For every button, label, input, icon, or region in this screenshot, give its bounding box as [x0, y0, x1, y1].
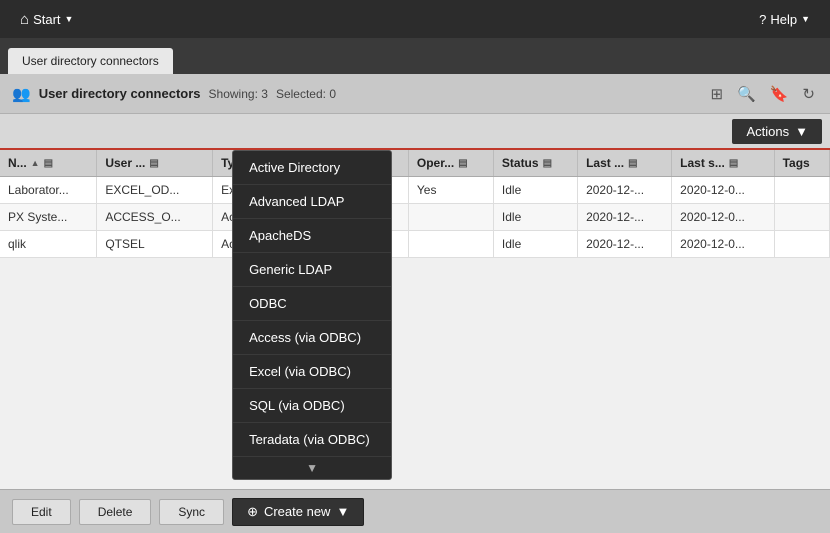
- col-last-sync: Last ... ▤: [578, 150, 672, 177]
- filter-username-icon[interactable]: ▤: [149, 158, 158, 169]
- filter-operational-icon[interactable]: ▤: [458, 158, 467, 169]
- cell-username: EXCEL_OD...: [97, 177, 213, 204]
- cell-operational: Yes: [408, 177, 493, 204]
- cell-last_success: 2020-12-0...: [672, 204, 774, 231]
- top-nav: ⌂ Start ▼ ? Help ▼: [0, 0, 830, 38]
- dropdown-item-5[interactable]: Access (via ODBC): [233, 321, 391, 355]
- table-header-row: N... ▲ ▤ User ... ▤ Type: [0, 150, 830, 177]
- dropdown-item-4[interactable]: ODBC: [233, 287, 391, 321]
- start-chevron-icon: ▼: [65, 14, 74, 24]
- cell-last_sync: 2020-12-...: [578, 177, 672, 204]
- create-new-dropdown: Active DirectoryAdvanced LDAPApacheDSGen…: [232, 150, 392, 480]
- help-label: Help: [770, 12, 797, 27]
- cell-status: Idle: [493, 177, 577, 204]
- sort-asc-icon: ▲: [31, 158, 40, 168]
- help-icon: ?: [759, 12, 766, 27]
- actions-button[interactable]: Actions ▼: [732, 119, 822, 144]
- dropdown-item-7[interactable]: SQL (via ODBC): [233, 389, 391, 423]
- create-new-label: Create new: [264, 504, 330, 519]
- selected-label: Selected: 0: [276, 87, 336, 101]
- connectors-table: N... ▲ ▤ User ... ▤ Type: [0, 150, 830, 258]
- edit-label: Edit: [31, 505, 52, 519]
- sync-button[interactable]: Sync: [159, 499, 224, 525]
- nav-right: ? Help ▼: [751, 8, 818, 31]
- filter-name-icon[interactable]: ▤: [44, 158, 53, 169]
- main-content: 👥 User directory connectors Showing: 3 S…: [0, 74, 830, 533]
- dropdown-item-2[interactable]: ApacheDS: [233, 219, 391, 253]
- col-status: Status ▤: [493, 150, 577, 177]
- create-new-container: Active DirectoryAdvanced LDAPApacheDSGen…: [232, 498, 364, 526]
- cell-name: qlik: [0, 231, 97, 258]
- help-button[interactable]: ? Help ▼: [751, 8, 818, 31]
- actions-label: Actions: [746, 124, 789, 139]
- edit-button[interactable]: Edit: [12, 499, 71, 525]
- dropdown-item-0[interactable]: Active Directory: [233, 151, 391, 185]
- start-button[interactable]: ⌂ Start ▼: [12, 7, 81, 32]
- filter-status-icon[interactable]: ▤: [543, 158, 552, 169]
- header-tools: ⊞ 🔍 🔖 ↻: [707, 82, 818, 106]
- table-row[interactable]: qlikQTSELActive Dire...YesIdle2020-12-..…: [0, 231, 830, 258]
- actions-chevron-icon: ▼: [795, 124, 808, 139]
- content-title: User directory connectors: [39, 86, 201, 101]
- col-username: User ... ▤: [97, 150, 213, 177]
- delete-label: Delete: [98, 505, 133, 519]
- actions-bar: Actions ▼: [0, 114, 830, 150]
- help-chevron-icon: ▼: [801, 14, 810, 24]
- cell-name: Laborator...: [0, 177, 97, 204]
- showing-label: Showing: 3: [209, 87, 268, 101]
- start-label: Start: [33, 12, 60, 27]
- cell-last_success: 2020-12-0...: [672, 177, 774, 204]
- dropdown-item-3[interactable]: Generic LDAP: [233, 253, 391, 287]
- content-header: 👥 User directory connectors Showing: 3 S…: [0, 74, 830, 114]
- col-tags: Tags: [774, 150, 829, 177]
- create-new-chevron-icon: ▼: [336, 504, 349, 519]
- cell-username: ACCESS_O...: [97, 204, 213, 231]
- cell-last_success: 2020-12-0...: [672, 231, 774, 258]
- dropdown-item-8[interactable]: Teradata (via ODBC): [233, 423, 391, 457]
- dropdown-scroll-arrow-icon: ▼: [233, 457, 391, 479]
- table-container: N... ▲ ▤ User ... ▤ Type: [0, 150, 830, 489]
- create-new-button[interactable]: ⊕ Create new ▼: [232, 498, 364, 526]
- home-icon: ⌂: [20, 11, 29, 28]
- cell-last_sync: 2020-12-...: [578, 204, 672, 231]
- cell-tags: [774, 204, 829, 231]
- bookmark-button[interactable]: 🔖: [767, 82, 792, 106]
- cell-status: Idle: [493, 204, 577, 231]
- cell-name: PX Syste...: [0, 204, 97, 231]
- filter-last-sync-icon[interactable]: ▤: [628, 158, 637, 169]
- delete-button[interactable]: Delete: [79, 499, 152, 525]
- table-row[interactable]: Laborator...EXCEL_OD...Excel (via ...Yes…: [0, 177, 830, 204]
- tab-bar: User directory connectors: [0, 38, 830, 74]
- filter-last-success-icon[interactable]: ▤: [729, 158, 738, 169]
- nav-left: ⌂ Start ▼: [12, 7, 81, 32]
- tab-label: User directory connectors: [22, 54, 159, 68]
- refresh-button[interactable]: ↻: [799, 82, 818, 106]
- cell-last_sync: 2020-12-...: [578, 231, 672, 258]
- bottom-toolbar: Edit Delete Sync Active DirectoryAdvance…: [0, 489, 830, 533]
- col-name: N... ▲ ▤: [0, 150, 97, 177]
- dropdown-item-1[interactable]: Advanced LDAP: [233, 185, 391, 219]
- users-icon: 👥: [12, 85, 31, 103]
- cell-operational: [408, 231, 493, 258]
- grid-view-button[interactable]: ⊞: [707, 82, 726, 106]
- sync-label: Sync: [178, 505, 205, 519]
- tab-user-directory[interactable]: User directory connectors: [8, 48, 173, 74]
- dropdown-item-6[interactable]: Excel (via ODBC): [233, 355, 391, 389]
- plus-icon: ⊕: [247, 504, 258, 520]
- col-operational: Oper... ▤: [408, 150, 493, 177]
- cell-username: QTSEL: [97, 231, 213, 258]
- cell-status: Idle: [493, 231, 577, 258]
- table-row[interactable]: PX Syste...ACCESS_O...Access (vi...YesId…: [0, 204, 830, 231]
- col-last-success: Last s... ▤: [672, 150, 774, 177]
- cell-tags: [774, 177, 829, 204]
- cell-operational: [408, 204, 493, 231]
- search-button[interactable]: 🔍: [734, 82, 759, 106]
- cell-tags: [774, 231, 829, 258]
